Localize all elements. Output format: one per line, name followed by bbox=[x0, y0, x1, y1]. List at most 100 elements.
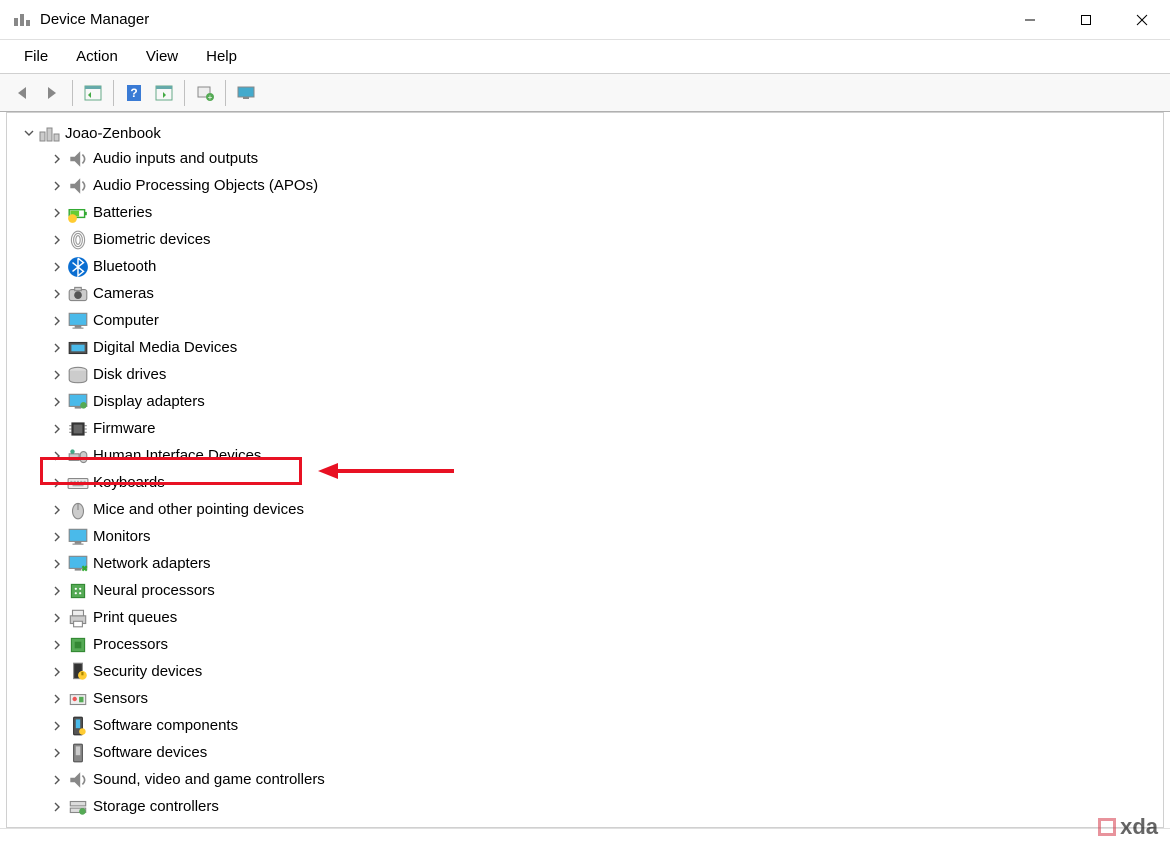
tree-item-label: Keyboards bbox=[93, 475, 165, 490]
chevron-right-icon[interactable] bbox=[49, 691, 65, 707]
chevron-right-icon[interactable] bbox=[49, 367, 65, 383]
tree-item-label: Computer bbox=[93, 313, 159, 328]
tree-item[interactable]: Keyboards bbox=[7, 469, 1163, 496]
tree-item-label: Display adapters bbox=[93, 394, 205, 409]
chevron-right-icon[interactable] bbox=[49, 610, 65, 626]
chevron-right-icon[interactable] bbox=[49, 502, 65, 518]
menubar: File Action View Help bbox=[0, 40, 1170, 74]
chevron-right-icon[interactable] bbox=[49, 799, 65, 815]
software-dev-icon bbox=[67, 743, 89, 763]
tree-item[interactable]: Sensors bbox=[7, 685, 1163, 712]
tree-item[interactable]: Processors bbox=[7, 631, 1163, 658]
tree-item-label: Cameras bbox=[93, 286, 154, 301]
watermark: xda bbox=[1098, 814, 1158, 840]
tree-item-label: Batteries bbox=[93, 205, 152, 220]
minimize-button[interactable] bbox=[1002, 0, 1058, 40]
tree-item[interactable]: Software devices bbox=[7, 739, 1163, 766]
chevron-right-icon[interactable] bbox=[49, 583, 65, 599]
chevron-right-icon[interactable] bbox=[49, 313, 65, 329]
tree-item[interactable]: Monitors bbox=[7, 523, 1163, 550]
tree-item[interactable]: Human Interface Devices bbox=[7, 442, 1163, 469]
menu-view[interactable]: View bbox=[132, 42, 192, 71]
tree-item[interactable]: Audio Processing Objects (APOs) bbox=[7, 172, 1163, 199]
printer-icon bbox=[67, 608, 89, 628]
chevron-right-icon[interactable] bbox=[49, 151, 65, 167]
help-button[interactable]: ? bbox=[120, 79, 148, 107]
tree-item[interactable]: Storage controllers bbox=[7, 793, 1163, 820]
chevron-right-icon[interactable] bbox=[49, 448, 65, 464]
tree-item[interactable]: Neural processors bbox=[7, 577, 1163, 604]
titlebar: Device Manager bbox=[0, 0, 1170, 40]
chevron-right-icon[interactable] bbox=[49, 664, 65, 680]
chevron-right-icon[interactable] bbox=[49, 205, 65, 221]
forward-button[interactable] bbox=[38, 79, 66, 107]
chevron-right-icon[interactable] bbox=[49, 745, 65, 761]
tree-item-label: Firmware bbox=[93, 421, 156, 436]
chevron-right-icon[interactable] bbox=[49, 421, 65, 437]
tree-item[interactable]: Security devices bbox=[7, 658, 1163, 685]
toolbar: ? + bbox=[0, 74, 1170, 112]
tree-item[interactable]: Mice and other pointing devices bbox=[7, 496, 1163, 523]
tree-item[interactable]: Digital Media Devices bbox=[7, 334, 1163, 361]
tree-item[interactable]: Bluetooth bbox=[7, 253, 1163, 280]
sensor-icon bbox=[67, 689, 89, 709]
disk-icon bbox=[67, 365, 89, 385]
tree-item[interactable]: Print queues bbox=[7, 604, 1163, 631]
app-icon bbox=[12, 10, 32, 30]
properties-button[interactable] bbox=[150, 79, 178, 107]
toolbar-separator bbox=[225, 80, 226, 106]
tree-item-label: Neural processors bbox=[93, 583, 215, 598]
monitor-blue-icon bbox=[67, 527, 89, 547]
scan-hardware-button[interactable]: + bbox=[191, 79, 219, 107]
tree-item[interactable]: Firmware bbox=[7, 415, 1163, 442]
maximize-button[interactable] bbox=[1058, 0, 1114, 40]
tree-item[interactable]: Batteries bbox=[7, 199, 1163, 226]
menu-file[interactable]: File bbox=[10, 42, 62, 71]
network-icon bbox=[67, 554, 89, 574]
chevron-right-icon[interactable] bbox=[49, 340, 65, 356]
chevron-right-icon[interactable] bbox=[49, 772, 65, 788]
device-tree[interactable]: Joao-Zenbook Audio inputs and outputs Aud… bbox=[6, 112, 1164, 828]
show-hide-tree-button[interactable] bbox=[79, 79, 107, 107]
window-title: Device Manager bbox=[40, 11, 1002, 28]
tree-root[interactable]: Joao-Zenbook bbox=[7, 121, 1163, 145]
monitors-button[interactable] bbox=[232, 79, 260, 107]
tree-item-label: Software devices bbox=[93, 745, 207, 760]
menu-action[interactable]: Action bbox=[62, 42, 132, 71]
tree-item[interactable]: Sound, video and game controllers bbox=[7, 766, 1163, 793]
chevron-down-icon[interactable] bbox=[21, 125, 37, 141]
toolbar-separator bbox=[72, 80, 73, 106]
display-icon bbox=[67, 392, 89, 412]
chevron-right-icon[interactable] bbox=[49, 178, 65, 194]
tree-item[interactable]: Computer bbox=[7, 307, 1163, 334]
tree-item[interactable]: Software components bbox=[7, 712, 1163, 739]
chevron-right-icon[interactable] bbox=[49, 286, 65, 302]
tree-item-label: Audio Processing Objects (APOs) bbox=[93, 178, 318, 193]
close-button[interactable] bbox=[1114, 0, 1170, 40]
chevron-right-icon[interactable] bbox=[49, 394, 65, 410]
menu-help[interactable]: Help bbox=[192, 42, 251, 71]
chevron-right-icon[interactable] bbox=[49, 718, 65, 734]
tree-item-label: Software components bbox=[93, 718, 238, 733]
tree-item-label: Disk drives bbox=[93, 367, 166, 382]
chevron-right-icon[interactable] bbox=[49, 556, 65, 572]
watermark-icon bbox=[1098, 818, 1116, 836]
tree-item[interactable]: Cameras bbox=[7, 280, 1163, 307]
tree-item-label: Print queues bbox=[93, 610, 177, 625]
chevron-right-icon[interactable] bbox=[49, 475, 65, 491]
tree-item-label: Network adapters bbox=[93, 556, 211, 571]
chevron-right-icon[interactable] bbox=[49, 529, 65, 545]
tree-item-label: Sound, video and game controllers bbox=[93, 772, 325, 787]
chevron-right-icon[interactable] bbox=[49, 259, 65, 275]
tree-item[interactable]: Network adapters bbox=[7, 550, 1163, 577]
chip-icon bbox=[67, 419, 89, 439]
tree-item[interactable]: Biometric devices bbox=[7, 226, 1163, 253]
tree-item[interactable]: Disk drives bbox=[7, 361, 1163, 388]
tree-item[interactable]: Audio inputs and outputs bbox=[7, 145, 1163, 172]
chevron-right-icon[interactable] bbox=[49, 232, 65, 248]
audio-icon bbox=[67, 176, 89, 196]
chevron-right-icon[interactable] bbox=[49, 637, 65, 653]
tree-item[interactable]: Display adapters bbox=[7, 388, 1163, 415]
tree-item-label: Storage controllers bbox=[93, 799, 219, 814]
back-button[interactable] bbox=[8, 79, 36, 107]
